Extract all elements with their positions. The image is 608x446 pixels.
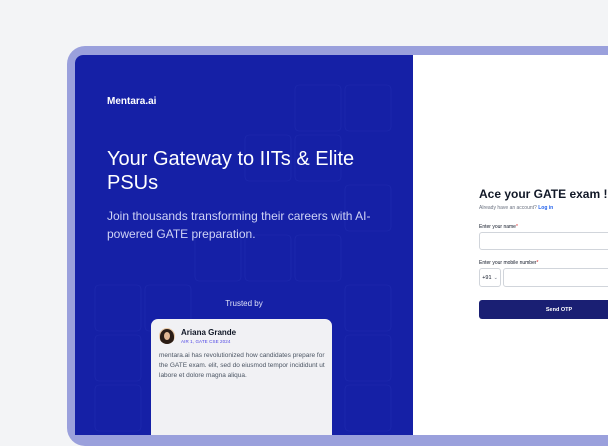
send-otp-button[interactable]: Send OTP bbox=[479, 300, 608, 319]
mobile-label-text: Enter your mobile number bbox=[479, 260, 537, 266]
hero-headline: Your Gateway to IITs & Elite PSUs bbox=[107, 148, 355, 194]
name-input[interactable] bbox=[479, 232, 608, 250]
trusted-by-heading: Trusted by bbox=[225, 299, 263, 308]
chevron-down-icon: ⌄ bbox=[493, 274, 498, 281]
country-code-select[interactable]: +91 ⌄ bbox=[479, 268, 501, 287]
country-code-value: +91 bbox=[482, 274, 492, 281]
required-mark: * bbox=[536, 260, 539, 266]
app-screen: Mentara.ai Your Gateway to IITs & Elite … bbox=[75, 55, 608, 435]
login-prompt: Already have an account? Log in bbox=[479, 205, 553, 211]
testimonial-role: AIR 1, GATE CSE 2024 bbox=[181, 339, 231, 344]
testimonial-name: Ariana Grande bbox=[181, 328, 237, 337]
required-mark: * bbox=[515, 224, 518, 230]
hero-subhead: Join thousands transforming their career… bbox=[107, 209, 371, 241]
name-field-label: Enter your name* bbox=[479, 224, 518, 230]
login-link[interactable]: Log in bbox=[538, 205, 553, 211]
signup-panel: Ace your GATE exam ! Already have an acc… bbox=[413, 55, 608, 435]
form-title: Ace your GATE exam ! bbox=[479, 187, 608, 201]
mobile-field-label: Enter your mobile number* bbox=[479, 260, 538, 266]
brand-logo[interactable]: Mentara.ai bbox=[107, 96, 156, 107]
avatar bbox=[159, 328, 175, 344]
hero-panel: Mentara.ai Your Gateway to IITs & Elite … bbox=[75, 55, 413, 435]
account-prompt-text: Already have an account? bbox=[479, 205, 537, 211]
mobile-number-input[interactable] bbox=[503, 268, 608, 287]
name-label-text: Enter your name bbox=[479, 224, 516, 230]
testimonial-quote: mentara.ai has revolutionized how candid… bbox=[159, 352, 325, 379]
testimonial-card: Ariana Grande AIR 1, GATE CSE 2024 menta… bbox=[151, 319, 332, 435]
